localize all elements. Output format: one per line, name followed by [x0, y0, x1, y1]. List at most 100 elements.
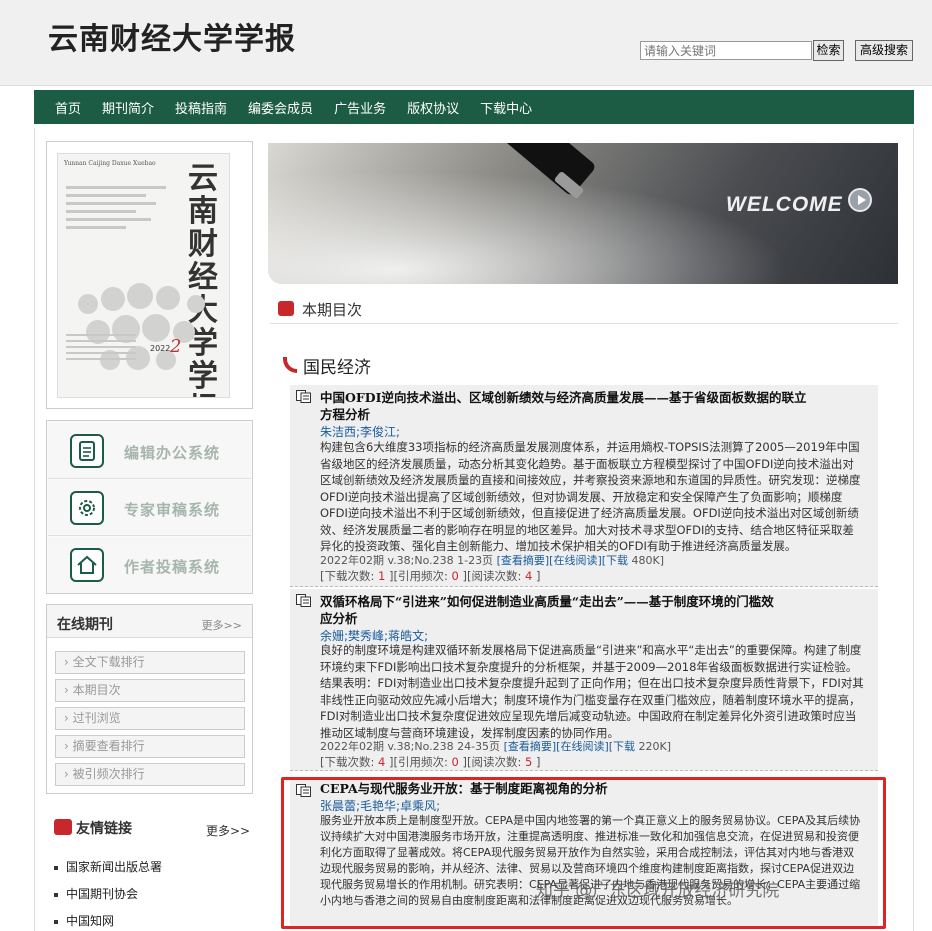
citations-label: ][引用频次: — [389, 569, 448, 583]
online-item-citation-ranking[interactable]: › 被引频次排行 — [55, 763, 245, 786]
search-input[interactable] — [640, 41, 812, 60]
nav-item-editorial-board[interactable]: 编委会成员 — [248, 98, 313, 117]
journal-cover-image[interactable]: Yunnan Caijing Daxue Xuebao 云南财经大学学报 202… — [57, 153, 230, 398]
nav-item-about[interactable]: 期刊简介 — [102, 98, 154, 117]
article-title-line: 方程分析 — [320, 407, 371, 422]
gear-icon — [70, 491, 104, 525]
read-count: 5 — [525, 755, 533, 769]
online-item-past-issues[interactable]: › 过刊浏览 — [55, 707, 245, 730]
expert-review-system-link[interactable]: 专家审稿系统 — [48, 480, 251, 536]
article-authors[interactable]: 朱洁西;李俊江; — [320, 423, 400, 440]
reads-label: ][阅读次数: — [462, 569, 522, 583]
current-issue-title: 本期目次 — [302, 301, 363, 319]
article-meta: 2022年02期 v.38;No.238 24-35页 [查看摘要][在线阅读]… — [320, 738, 671, 754]
article-issue-info: 2022年02期 v.38;No.238 24-35页 — [320, 740, 501, 753]
article-abstract: 良好的制度环境是构建双循环新发展格局下促进高质量“引进来”和高水平“走出去”的重… — [320, 643, 864, 740]
cover-year: 2022 — [150, 344, 171, 353]
article-stats: [下载次数: 1 ][引用频次: 0 ][阅读次数: 4 ] — [320, 568, 541, 584]
download-count: 4 — [378, 755, 386, 769]
read-count: 4 — [525, 569, 533, 583]
editor-office-system-link[interactable]: 编辑办公系统 — [48, 423, 251, 479]
article-icon — [296, 594, 311, 607]
nav-item-submission-guide[interactable]: 投稿指南 — [175, 98, 227, 117]
stats-end: ] — [536, 755, 541, 769]
downloads-label: [下载次数: — [320, 755, 375, 769]
online-journal-title: 在线期刊 — [57, 617, 113, 633]
watermark-text: 知乎 @广东区域开放经济研究院 — [536, 881, 780, 901]
download-link[interactable]: [下载 — [609, 740, 635, 753]
downloads-label: [下载次数: — [320, 569, 375, 583]
link-item-cnki[interactable]: 中国知网 — [54, 912, 114, 929]
online-journal-box: 在线期刊 更多>> › 全文下载排行 › 本期目次 › 过刊浏览 › 摘要查看排… — [46, 604, 253, 794]
file-size: 220K] — [638, 740, 672, 753]
nav-item-advertising[interactable]: 广告业务 — [334, 98, 386, 117]
online-item-label: 摘要查看排行 — [72, 739, 145, 753]
nav-item-home[interactable]: 首页 — [55, 98, 81, 117]
article-stats: [下载次数: 4 ][引用频次: 0 ][阅读次数: 5 ] — [320, 754, 541, 770]
download-link[interactable]: [下载 — [602, 554, 628, 567]
contents-icon — [278, 301, 294, 316]
link-item-label: 中国期刊协会 — [66, 887, 139, 901]
article-issue-info: 2022年02期 v.38;No.238 1-23页 — [320, 554, 494, 567]
nav-item-copyright[interactable]: 版权协议 — [407, 98, 459, 117]
editor-office-system-label: 编辑办公系统 — [124, 444, 221, 462]
welcome-banner: WELCOME — [268, 143, 898, 284]
expert-review-system-label: 专家审稿系统 — [124, 501, 221, 519]
highlight-box — [281, 777, 886, 929]
view-abstract-link[interactable]: [查看摘要] — [497, 554, 550, 567]
citations-label: ][引用频次: — [389, 755, 448, 769]
file-size: 480K] — [631, 554, 665, 567]
friendly-links-box: 友情链接 更多>> 国家新闻出版总署 中国期刊协会 中国知网 — [46, 806, 253, 931]
article-title-line: 应分析 — [320, 611, 358, 626]
online-item-label: 本期目次 — [72, 683, 121, 697]
article-title[interactable]: 中国OFDI逆向技术溢出、区域创新绩效与经济高质量发展——基于省级面板数据的联立… — [320, 389, 806, 423]
citation-count: 0 — [451, 755, 459, 769]
online-item-download-ranking[interactable]: › 全文下载排行 — [55, 651, 245, 674]
online-item-abstract-ranking[interactable]: › 摘要查看排行 — [55, 735, 245, 758]
article-item: 双循环格局下“引进来”如何促进制造业高质量“走出去”——基于制度环境的门槛效 应… — [290, 589, 878, 771]
link-item-label: 国家新闻出版总署 — [66, 860, 163, 874]
online-item-label: 被引频次排行 — [72, 767, 145, 781]
current-issue-header: 本期目次 — [270, 294, 898, 324]
online-journal-more-link[interactable]: 更多>> — [202, 617, 242, 633]
article-title-line: 中国OFDI逆向技术溢出、区域创新绩效与经济高质量发展——基于省级面板数据的联立 — [320, 390, 807, 405]
play-arrow-icon — [848, 188, 872, 212]
search-button[interactable]: 检索 — [813, 40, 844, 61]
links-header-icon — [54, 819, 72, 835]
reads-label: ][阅读次数: — [462, 755, 522, 769]
article-title[interactable]: 双循环格局下“引进来”如何促进制造业高质量“走出去”——基于制度环境的门槛效 应… — [320, 593, 774, 627]
download-count: 1 — [378, 569, 386, 583]
link-item-label: 中国知网 — [66, 914, 115, 928]
citation-count: 0 — [451, 569, 459, 583]
friendly-links-more-link[interactable]: 更多>> — [206, 822, 250, 839]
document-icon — [70, 434, 104, 468]
online-journal-header: 在线期刊 更多>> — [47, 605, 252, 638]
cover-bottom-lines — [66, 334, 136, 364]
home-icon — [70, 548, 104, 582]
article-meta: 2022年02期 v.38;No.238 1-23页 [查看摘要][在线阅读][… — [320, 552, 664, 568]
main-nav: 首页 期刊简介 投稿指南 编委会成员 广告业务 版权协议 下载中心 — [34, 90, 914, 124]
article-item: 中国OFDI逆向技术溢出、区域创新绩效与经济高质量发展——基于省级面板数据的联立… — [290, 385, 878, 587]
cover-header-text: Yunnan Caijing Daxue Xuebao — [64, 160, 156, 167]
article-abstract: 构建包含6大维度33项指标的经济高质量发展测度体系，并运用熵权-TOPSIS法测… — [320, 440, 861, 553]
welcome-text: WELCOME — [726, 193, 843, 216]
cover-text-lines — [66, 186, 166, 234]
online-item-label: 过刊浏览 — [72, 711, 121, 725]
nav-item-downloads[interactable]: 下载中心 — [480, 98, 532, 117]
article-icon — [296, 390, 311, 403]
advanced-search-button[interactable]: 高级搜索 — [855, 40, 913, 61]
author-submission-system-link[interactable]: 作者投稿系统 — [48, 537, 251, 593]
view-abstract-link[interactable]: [查看摘要] — [504, 740, 557, 753]
online-item-current-issue[interactable]: › 本期目次 — [55, 679, 245, 702]
read-online-link[interactable]: [在线阅读] — [556, 740, 609, 753]
cover-issue-number: 2 — [170, 336, 182, 357]
read-online-link[interactable]: [在线阅读] — [549, 554, 602, 567]
author-submission-system-label: 作者投稿系统 — [124, 558, 221, 576]
systems-box: 编辑办公系统 专家审稿系统 作者投稿系统 — [46, 420, 253, 594]
site-title[interactable]: 云南财经大学学报 — [48, 14, 296, 58]
online-item-label: 全文下载排行 — [72, 655, 145, 669]
friendly-links-title: 友情链接 — [76, 821, 132, 837]
link-item-press-administration[interactable]: 国家新闻出版总署 — [54, 858, 162, 875]
link-item-periodicals-association[interactable]: 中国期刊协会 — [54, 885, 138, 902]
header: 云南财经大学学报 检索 高级搜索 — [0, 0, 932, 86]
